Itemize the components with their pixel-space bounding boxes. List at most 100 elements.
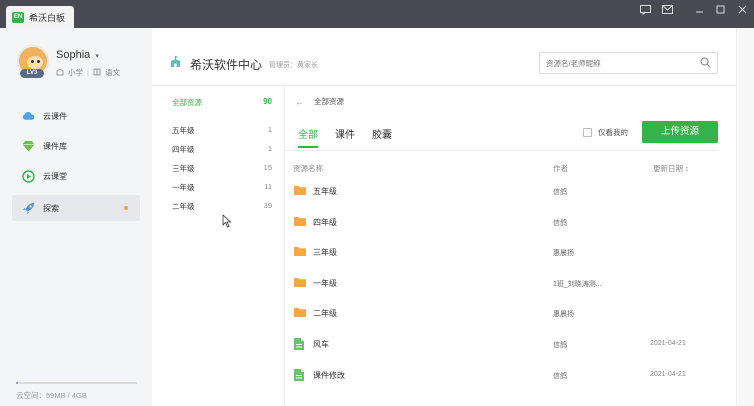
- folder-icon: [294, 307, 306, 319]
- table-row[interactable]: 课件修改 信鸽 2021-04-21: [285, 360, 718, 390]
- search-icon[interactable]: [700, 57, 711, 70]
- resource-name: 课件修改: [313, 370, 345, 380]
- school-name: 希沃软件中心: [190, 58, 263, 72]
- file-icon: [294, 338, 304, 352]
- only-mine-label: 仅看我的: [598, 128, 628, 137]
- nav-label: 探索: [43, 203, 59, 213]
- file-icon: [294, 368, 304, 383]
- rocket-icon: [22, 202, 35, 215]
- user-subject: 语文: [104, 68, 120, 77]
- storage-progress-bar: [16, 382, 137, 384]
- level-badge: LV3: [20, 69, 44, 78]
- table-row[interactable]: 四年级 信鸽: [285, 207, 718, 237]
- category-label: 四年级: [172, 145, 195, 154]
- window-scrollbar[interactable]: [736, 28, 754, 406]
- resource-date: 2021-04-21: [650, 340, 686, 347]
- feedback-icon[interactable]: [638, 5, 652, 19]
- resource-author: 信鸽: [553, 372, 567, 380]
- resource-author: 1班_刘晓涛测...: [553, 280, 602, 288]
- table-row[interactable]: 二年级 惠晨扬: [285, 298, 718, 328]
- grade-icon: [56, 67, 64, 78]
- resource-name: 五年级: [313, 187, 337, 196]
- only-mine-filter[interactable]: 仅看我的: [583, 127, 628, 138]
- title-bar: EN 希沃白板: [0, 0, 754, 28]
- breadcrumb-current: 全部资源: [314, 97, 344, 106]
- nav-item-courseware-library[interactable]: 课件库: [12, 133, 140, 159]
- user-name-dropdown[interactable]: Sophia ▾: [56, 49, 99, 61]
- resource-name: 四年级: [313, 217, 337, 227]
- nav-label: 云课件: [43, 111, 67, 121]
- user-meta: 小学 | 语文: [56, 67, 120, 78]
- category-grade-1[interactable]: 一年级 11: [172, 182, 272, 196]
- table-row[interactable]: 风车 信鸽 2021-04-21: [285, 329, 718, 359]
- upload-resource-button[interactable]: 上传资源: [642, 121, 718, 143]
- resource-tabs: 全部 课件 胶囊: [298, 126, 392, 148]
- resource-author: 信鸽: [553, 189, 567, 196]
- tab-courseware[interactable]: 课件: [335, 126, 355, 148]
- search-input[interactable]: [546, 53, 696, 73]
- category-label: 一年级: [172, 183, 195, 192]
- table-row[interactable]: 三年级 惠晨扬: [285, 237, 718, 267]
- category-label: 五年级: [172, 126, 195, 135]
- category-label: 二年级: [172, 202, 195, 211]
- gem-icon: [22, 140, 35, 153]
- resource-name: 风车: [313, 340, 329, 349]
- school-icon: [169, 55, 182, 70]
- category-grade-4[interactable]: 四年级 1: [172, 144, 272, 158]
- app-title: 希沃白板: [29, 12, 66, 23]
- folder-icon: [294, 185, 306, 197]
- resource-author: 惠晨扬: [553, 250, 574, 258]
- mouse-cursor-icon: [222, 214, 232, 230]
- category-count: 1: [267, 125, 272, 134]
- message-icon[interactable]: [660, 5, 674, 19]
- column-header-name: 资源名称: [293, 164, 323, 173]
- column-header-author: 作者: [553, 164, 568, 173]
- folder-icon: [294, 246, 306, 258]
- category-count: 90: [263, 97, 272, 106]
- category-grade-3[interactable]: 三年级 15: [172, 163, 272, 177]
- resource-name: 二年级: [313, 309, 337, 319]
- storage-progress-fill: [16, 382, 18, 384]
- category-label: 三年级: [172, 164, 195, 173]
- resource-author: 信鸽: [553, 219, 567, 227]
- minimize-icon[interactable]: [692, 5, 706, 19]
- storage-label: 云空间：59MB / 4GB: [16, 391, 87, 400]
- table-row[interactable]: 一年级 1班_刘晓涛测...: [285, 268, 718, 298]
- tab-divider: [285, 150, 718, 151]
- admin-label: 管理员：黄家长: [269, 62, 318, 69]
- folder-icon: [294, 216, 306, 228]
- tab-capsule[interactable]: 胶囊: [372, 126, 392, 148]
- tab-all[interactable]: 全部: [298, 126, 318, 148]
- nav-label: 课件库: [43, 141, 67, 151]
- nav-item-explore[interactable]: 探索: [12, 195, 140, 221]
- nav-item-cloud-classroom[interactable]: 云课堂: [12, 163, 140, 189]
- resource-date: 2021-04-21: [650, 370, 686, 378]
- maximize-icon[interactable]: [713, 5, 727, 19]
- app-tab[interactable]: EN 希沃白板: [6, 6, 74, 28]
- user-name: Sophia: [56, 49, 91, 61]
- chevron-down-icon: ▾: [95, 53, 99, 60]
- category-count: 11: [264, 182, 272, 191]
- back-arrow-icon[interactable]: ←: [295, 97, 304, 107]
- category-grade-5[interactable]: 五年级 1: [172, 125, 272, 139]
- table-row[interactable]: 五年级 信鸽: [285, 176, 718, 206]
- category-all[interactable]: 全部资源 90: [172, 97, 272, 111]
- subject-icon: [93, 68, 101, 78]
- category-grade-2[interactable]: 二年级 39: [172, 201, 272, 215]
- close-icon[interactable]: [735, 5, 749, 19]
- category-count: 39: [263, 201, 272, 210]
- resource-panel: ← 全部资源 全部 课件 胶囊 仅看我的 上传资源 资源名称 作者 更新日期 ↕…: [285, 86, 736, 406]
- category-count: 1: [267, 144, 272, 153]
- column-header-date[interactable]: 更新日期 ↕: [653, 163, 689, 174]
- resource-name: 三年级: [313, 248, 337, 258]
- play-icon: [22, 169, 35, 183]
- breadcrumb: ← 全部资源: [295, 96, 344, 107]
- folder-icon: [294, 277, 306, 289]
- only-mine-checkbox[interactable]: [583, 128, 592, 137]
- notification-dot: [124, 206, 128, 210]
- category-label: 全部资源: [172, 98, 202, 107]
- category-count: 15: [263, 163, 272, 172]
- search-box: [539, 52, 718, 74]
- cloud-icon: [22, 110, 35, 123]
- nav-item-cloud-courseware[interactable]: 云课件: [12, 103, 140, 129]
